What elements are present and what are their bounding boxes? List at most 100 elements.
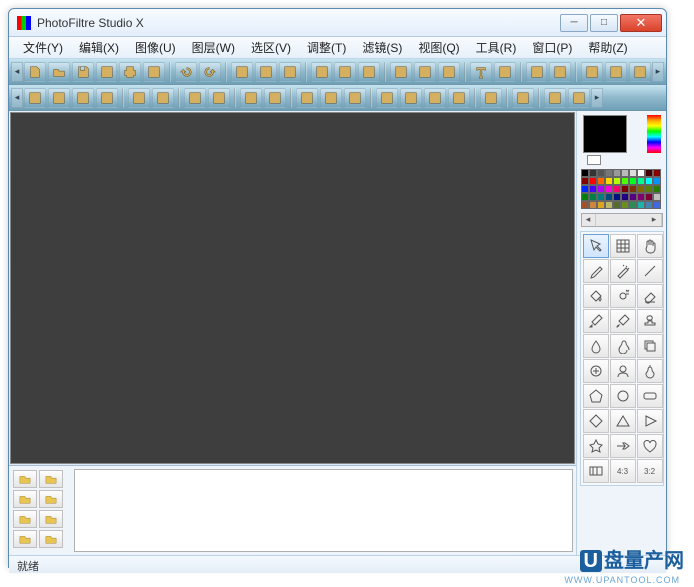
swatch[interactable]: [605, 185, 613, 193]
save-button[interactable]: [72, 62, 94, 82]
background-color[interactable]: [587, 155, 601, 165]
tool-adv-brush[interactable]: [610, 309, 636, 333]
grid4-button[interactable]: [448, 88, 470, 108]
swatch[interactable]: [613, 193, 621, 201]
swatch[interactable]: [605, 169, 613, 177]
scroll-right-icon[interactable]: ▸: [648, 214, 662, 226]
text-button[interactable]: [470, 62, 492, 82]
canvas[interactable]: [10, 112, 575, 464]
dup-layer-button[interactable]: [39, 470, 63, 488]
swatch[interactable]: [589, 201, 597, 209]
swatch[interactable]: [645, 193, 653, 201]
swatch[interactable]: [621, 193, 629, 201]
minimize-button[interactable]: ─: [560, 14, 588, 32]
tool-grid-tool[interactable]: [610, 234, 636, 258]
gamma-minus-button[interactable]: [128, 88, 150, 108]
swatch[interactable]: [597, 185, 605, 193]
foreground-color[interactable]: [583, 115, 627, 153]
noise-button[interactable]: [568, 88, 590, 108]
tool-diamond[interactable]: [583, 409, 609, 433]
tool-clone[interactable]: [637, 334, 663, 358]
tool-eraser[interactable]: [637, 284, 663, 308]
tool-wand[interactable]: [610, 259, 636, 283]
grid2-button[interactable]: [400, 88, 422, 108]
contrast-plus-button[interactable]: [96, 88, 118, 108]
titlebar[interactable]: PhotoFiltre Studio X ─ □ ✕: [9, 9, 666, 37]
toolbar-scroll-right[interactable]: ▸: [652, 62, 664, 82]
tool-spray[interactable]: [610, 284, 636, 308]
swatch[interactable]: [629, 169, 637, 177]
sat-plus-button[interactable]: [208, 88, 230, 108]
redo-button[interactable]: [199, 62, 221, 82]
swatch[interactable]: [581, 193, 589, 201]
brightness-minus-button[interactable]: [24, 88, 46, 108]
play-layer-button[interactable]: [39, 530, 63, 548]
swatch[interactable]: [637, 185, 645, 193]
menu-选区(V)[interactable]: 选区(V): [243, 39, 299, 56]
swatch[interactable]: [605, 201, 613, 209]
menu-帮助(Z)[interactable]: 帮助(Z): [580, 39, 635, 56]
tool-portrait[interactable]: [610, 359, 636, 383]
swatch[interactable]: [613, 185, 621, 193]
swatch[interactable]: [637, 193, 645, 201]
nav-back-button[interactable]: [390, 62, 412, 82]
swatch[interactable]: [581, 201, 589, 209]
module-button[interactable]: [581, 62, 603, 82]
swatch[interactable]: [597, 169, 605, 177]
toolbar-scroll-right[interactable]: ▸: [591, 88, 603, 108]
new-button[interactable]: [24, 62, 46, 82]
swatch[interactable]: [581, 177, 589, 185]
undo-button[interactable]: [175, 62, 197, 82]
brightness-plus-button[interactable]: [48, 88, 70, 108]
swatch[interactable]: [597, 193, 605, 201]
blur-button[interactable]: [544, 88, 566, 108]
swatch[interactable]: [621, 185, 629, 193]
swatch[interactable]: [653, 185, 661, 193]
open-button[interactable]: [48, 62, 70, 82]
menu-滤镜(S)[interactable]: 滤镜(S): [354, 39, 410, 56]
rgb-button[interactable]: [311, 62, 333, 82]
hist-minus-button[interactable]: [240, 88, 262, 108]
grid3-button[interactable]: [424, 88, 446, 108]
automate-button[interactable]: [526, 62, 548, 82]
expand-button[interactable]: [629, 62, 651, 82]
menu-视图(Q)[interactable]: 视图(Q): [410, 39, 467, 56]
tool-triangle[interactable]: [610, 409, 636, 433]
scroll-left-icon[interactable]: ◂: [582, 214, 596, 226]
nav-fwd-button[interactable]: [414, 62, 436, 82]
tool-blur-tool[interactable]: [583, 334, 609, 358]
menu-调整(T)[interactable]: 调整(T): [299, 39, 354, 56]
swatch[interactable]: [613, 201, 621, 209]
auto-contrast-button[interactable]: [344, 88, 366, 108]
swatch[interactable]: [613, 169, 621, 177]
merge-visible-button[interactable]: [39, 490, 63, 508]
spectrum-picker[interactable]: [647, 115, 661, 153]
close-button[interactable]: ✕: [620, 14, 662, 32]
swatch[interactable]: [653, 169, 661, 177]
mosaic-button[interactable]: [480, 88, 502, 108]
menu-文件(Y)[interactable]: 文件(Y): [15, 39, 71, 56]
swatch[interactable]: [629, 177, 637, 185]
tool-rounded[interactable]: [637, 384, 663, 408]
paste-special-button[interactable]: [279, 62, 301, 82]
swatch[interactable]: [653, 201, 661, 209]
delete-layer-button[interactable]: [13, 530, 37, 548]
scan-button[interactable]: [143, 62, 165, 82]
new-layer-button[interactable]: [13, 470, 37, 488]
swatch[interactable]: [645, 185, 653, 193]
print-button[interactable]: [119, 62, 141, 82]
tool-heart[interactable]: [637, 434, 663, 458]
swatch[interactable]: [605, 177, 613, 185]
swatch[interactable]: [589, 185, 597, 193]
fit-button[interactable]: [438, 62, 460, 82]
swatch[interactable]: [629, 193, 637, 201]
sat-minus-button[interactable]: [184, 88, 206, 108]
swatch[interactable]: [637, 169, 645, 177]
tool-line[interactable]: [637, 259, 663, 283]
tool-circle[interactable]: [610, 384, 636, 408]
merge-down-button[interactable]: [13, 490, 37, 508]
export-button[interactable]: [605, 62, 627, 82]
swatch[interactable]: [621, 201, 629, 209]
swatch[interactable]: [597, 177, 605, 185]
menu-工具(R)[interactable]: 工具(R): [468, 39, 525, 56]
